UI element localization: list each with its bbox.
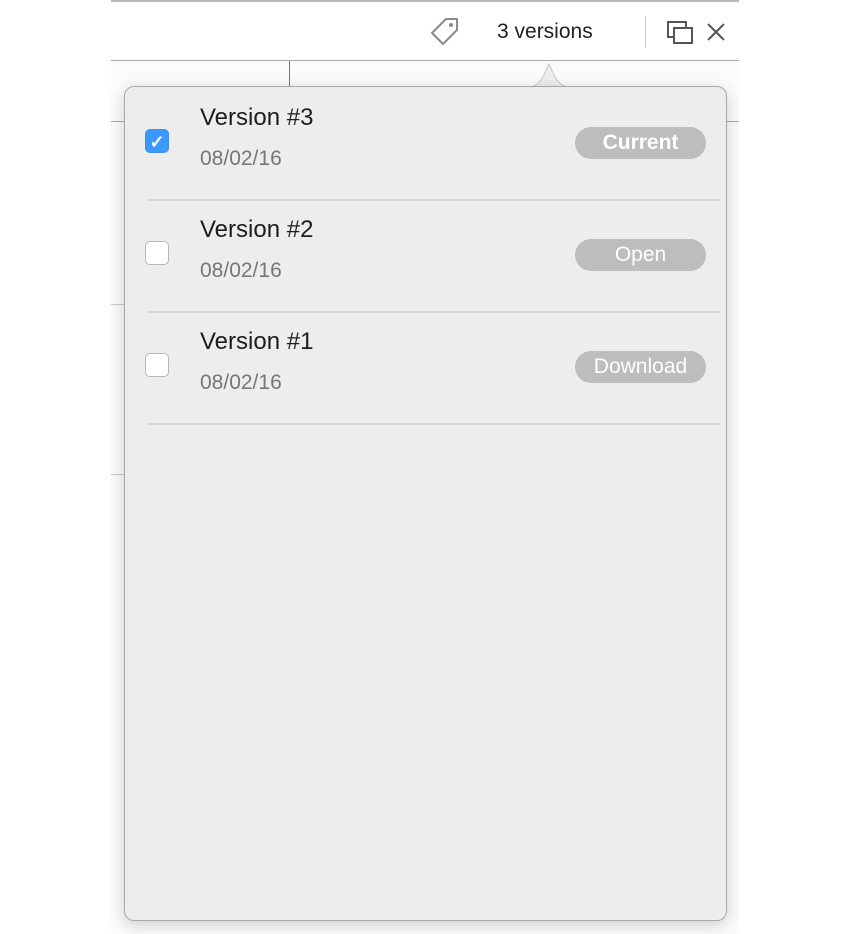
open-button[interactable]: Open [575, 239, 706, 271]
version-row[interactable]: ✓ Version #3 08/02/16 Current [145, 87, 721, 201]
version-date: 08/02/16 [200, 371, 282, 394]
versions-count[interactable]: 3 versions [497, 20, 593, 44]
version-name: Version #3 [200, 104, 314, 131]
version-checkbox[interactable]: ✓ [145, 129, 169, 153]
title-bar: 3 versions [111, 2, 739, 61]
divider [645, 16, 646, 48]
version-checkbox[interactable] [145, 353, 169, 377]
version-date: 08/02/16 [200, 259, 282, 282]
version-row[interactable]: Version #1 08/02/16 Download [145, 311, 721, 425]
close-icon[interactable] [705, 21, 727, 43]
download-button[interactable]: Download [575, 351, 706, 383]
popover-arrow [529, 62, 569, 87]
version-name: Version #2 [200, 216, 314, 243]
divider [111, 304, 125, 305]
version-row[interactable]: Version #2 08/02/16 Open [145, 199, 721, 313]
versions-popover: ✓ Version #3 08/02/16 Current Version #2… [124, 86, 727, 921]
version-name: Version #1 [200, 328, 314, 355]
current-badge: Current [575, 127, 706, 159]
version-date: 08/02/16 [200, 147, 282, 170]
divider [111, 474, 125, 475]
version-checkbox[interactable] [145, 241, 169, 265]
tag-icon[interactable] [429, 16, 461, 48]
window-icon[interactable] [666, 20, 696, 46]
